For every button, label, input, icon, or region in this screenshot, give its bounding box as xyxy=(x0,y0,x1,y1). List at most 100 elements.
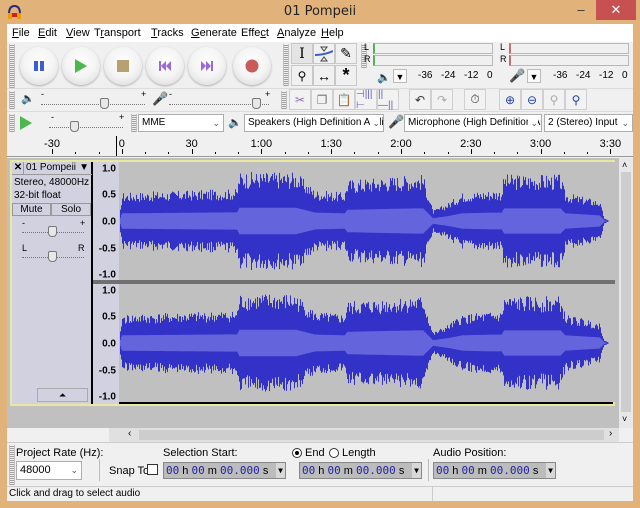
paste-button[interactable]: 📋 xyxy=(333,89,355,110)
snap-to-checkbox[interactable] xyxy=(147,464,158,475)
toolbar-grip[interactable] xyxy=(283,44,289,86)
fit-selection-icon: ⚲ xyxy=(549,92,559,107)
record-volume-thumb[interactable] xyxy=(252,98,261,109)
copy-button[interactable]: ❐ xyxy=(311,89,333,110)
record-meter-left[interactable] xyxy=(509,43,629,54)
input-device-select[interactable]: Microphone (High Definition Au ⌄ xyxy=(404,114,542,132)
close-track-button[interactable]: ✕ xyxy=(13,162,24,174)
scroll-left-icon[interactable]: ‹ xyxy=(128,428,131,439)
waveform-right-channel[interactable] xyxy=(119,284,615,402)
ruler-tick xyxy=(587,152,589,154)
record-button[interactable] xyxy=(233,47,271,85)
zoom-out-button[interactable]: ⊖ xyxy=(521,89,543,110)
right-channel-scale: 1.0 0.5 0.0 -0.5 -1.0 xyxy=(93,284,119,404)
menu-effect[interactable]: Effect xyxy=(241,27,269,39)
time-shift-tool-button[interactable]: ↔ xyxy=(313,65,335,86)
skip-to-start-button[interactable] xyxy=(146,47,184,85)
timecode-format-dropdown-icon[interactable]: ▼ xyxy=(412,463,421,478)
menu-edit[interactable]: Edit xyxy=(38,27,57,39)
sync-lock-button[interactable]: ⏱ xyxy=(464,89,486,110)
toolbar-grip[interactable] xyxy=(9,91,15,109)
window-title: 01 Pompeii xyxy=(283,4,357,19)
selection-end-timecode[interactable]: 00 h 00 m 00.000 s ▼ xyxy=(299,462,422,479)
track-gain-thumb[interactable] xyxy=(48,226,57,237)
vertical-scrollbar[interactable]: ˄ ˅ xyxy=(619,158,633,428)
pause-button[interactable] xyxy=(20,47,58,85)
cut-button[interactable]: ✂ xyxy=(289,89,311,110)
playback-meter-right[interactable] xyxy=(373,55,493,66)
menu-generate[interactable]: Generate xyxy=(191,27,237,39)
playback-volume-thumb[interactable] xyxy=(100,98,109,109)
record-meter-menu-button[interactable]: ▼ xyxy=(527,69,541,83)
selection-start-timecode[interactable]: 00 h 00 m 00.000 s ▼ xyxy=(163,462,286,479)
status-text: Click and drag to select audio xyxy=(9,488,141,499)
toolbar-grip[interactable] xyxy=(131,114,137,132)
play-button[interactable] xyxy=(62,47,100,85)
silence-button[interactable]: ||—|| xyxy=(377,89,399,111)
scroll-up-icon[interactable]: ˄ xyxy=(622,160,627,170)
draw-tool-button[interactable]: ✎ xyxy=(335,43,357,64)
collapse-track-button[interactable]: ⏶ xyxy=(37,388,88,402)
play-speed-slider[interactable] xyxy=(49,118,123,128)
timecode-format-dropdown-icon[interactable]: ▼ xyxy=(546,463,555,478)
scroll-down-icon[interactable]: ˅ xyxy=(622,414,627,424)
playback-meter-left[interactable] xyxy=(373,43,493,54)
audio-position-timecode[interactable]: 00 h 00 m 00.000 s ▼ xyxy=(433,462,556,479)
vertical-scroll-thumb[interactable] xyxy=(621,172,631,412)
menu-tracks[interactable]: Tracks xyxy=(151,27,184,39)
menu-file[interactable]: File xyxy=(12,27,30,39)
project-rate-label: Project Rate (Hz): xyxy=(16,447,104,459)
playback-volume-slider[interactable] xyxy=(41,95,145,105)
chevron-down-icon: ⌄ xyxy=(528,115,538,131)
track-bit-depth: 32-bit float xyxy=(14,190,61,201)
selection-tool-button[interactable]: I xyxy=(291,43,313,64)
toolbar-grip[interactable] xyxy=(9,114,15,132)
menu-transport[interactable]: Transport xyxy=(94,27,141,39)
waveform-left-channel[interactable] xyxy=(119,162,615,280)
project-rate-select[interactable]: 48000 ⌄ xyxy=(16,461,82,480)
mute-button[interactable]: Mute xyxy=(12,203,51,216)
undo-button[interactable]: ↶ xyxy=(409,89,431,110)
paste-icon: 📋 xyxy=(336,92,352,107)
toolbar-grip[interactable] xyxy=(281,91,287,109)
play-speed-thumb[interactable] xyxy=(70,121,79,132)
menu-analyze[interactable]: Analyze xyxy=(277,27,316,39)
audio-host-select[interactable]: MME ⌄ xyxy=(138,114,224,132)
playhead-marker[interactable] xyxy=(116,136,117,156)
redo-button[interactable]: ↷ xyxy=(431,89,453,110)
scroll-right-icon[interactable]: › xyxy=(609,428,612,439)
track-name-menu[interactable]: 01 Pompeii xyxy=(26,162,76,173)
timecode-format-dropdown-icon[interactable]: ▼ xyxy=(276,463,285,478)
envelope-icon xyxy=(315,46,333,61)
track-menu-dropdown-icon[interactable]: ▼ xyxy=(79,162,89,173)
zoom-tool-button[interactable]: ⚲ xyxy=(291,65,313,86)
trim-button[interactable]: ⊣|||⊢ xyxy=(355,89,377,111)
timeline-ruler[interactable]: -30 0 30 1:00 1:30 2:00 2:30 3:00 3:30 xyxy=(7,135,633,157)
stop-button[interactable] xyxy=(104,47,142,85)
input-channels-select[interactable]: 2 (Stereo) Input C ⌄ xyxy=(544,114,633,132)
horizontal-scrollbar[interactable]: ‹ › xyxy=(109,428,619,442)
menu-help[interactable]: Help xyxy=(321,27,344,39)
track-panel: ✕ 01 Pompeii ▼ Stereo, 48000Hz 32-bit fl… xyxy=(7,158,619,428)
playback-meter-menu-button[interactable]: ▼ xyxy=(393,69,407,83)
solo-button[interactable]: Solo xyxy=(51,203,91,216)
toolbar-grip[interactable] xyxy=(9,44,15,88)
horizontal-scroll-thumb[interactable] xyxy=(139,430,604,440)
end-radio[interactable] xyxy=(292,448,302,458)
envelope-tool-button[interactable] xyxy=(313,43,335,64)
record-meter-right[interactable] xyxy=(509,55,629,66)
transport-toolbar xyxy=(7,42,283,90)
skip-to-end-button[interactable] xyxy=(188,47,226,85)
fit-selection-button[interactable]: ⚲ xyxy=(543,89,565,110)
multi-tool-button[interactable]: * xyxy=(335,65,357,86)
menu-view[interactable]: View xyxy=(66,27,90,39)
zoom-in-button[interactable]: ⊕ xyxy=(499,89,521,110)
fit-project-button[interactable]: ⚲ xyxy=(565,89,587,110)
track-pan-thumb[interactable] xyxy=(48,251,57,262)
output-device-select[interactable]: Speakers (High Definition Audi ⌄ xyxy=(244,114,384,132)
length-radio[interactable] xyxy=(329,448,339,458)
play-at-speed-button[interactable] xyxy=(19,115,33,134)
close-button[interactable]: ✕ xyxy=(596,0,636,20)
toolbar-grip[interactable] xyxy=(9,445,15,485)
asterisk-icon: * xyxy=(342,65,350,85)
